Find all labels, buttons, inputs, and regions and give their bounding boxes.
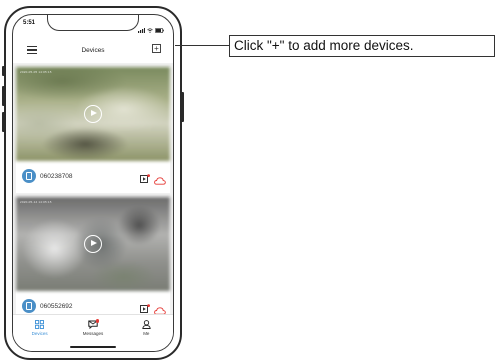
device-avatar[interactable] <box>22 299 36 313</box>
grid-icon <box>35 320 45 329</box>
device-id: 060238708 <box>40 173 73 180</box>
phone-frame: 5:51 Devices + 2020-05-05 14:05:15 06023… <box>2 6 184 360</box>
tab-label: Devices <box>31 331 48 336</box>
device-id: 060552692 <box>40 303 73 310</box>
play-button[interactable] <box>84 105 102 123</box>
device-info: 060238708 <box>16 161 170 193</box>
callout-label: Click "+" to add more devices. <box>229 35 495 57</box>
door-icon <box>26 172 32 180</box>
play-icon <box>91 240 97 246</box>
device-card: 2020-05-05 14:05:15 060238708 <box>16 67 170 193</box>
device-card: 2020-05-14 14:05:15 060552692 <box>16 197 170 323</box>
tab-label: Me <box>143 331 150 336</box>
play-button[interactable] <box>84 235 102 253</box>
device-avatar[interactable] <box>22 169 36 183</box>
status-time: 5:51 <box>23 20 36 26</box>
volume-up-button <box>2 86 5 106</box>
power-button <box>181 92 184 122</box>
playback-icon[interactable] <box>140 171 150 183</box>
wifi-icon <box>147 20 153 38</box>
play-icon <box>91 110 97 116</box>
tab-me[interactable]: Me <box>120 315 173 351</box>
playback-icon[interactable] <box>140 301 150 313</box>
person-icon <box>142 320 151 329</box>
cloud-icon[interactable] <box>154 302 166 315</box>
tab-bar: Devices Messages Me <box>13 314 173 351</box>
volume-down-button <box>2 112 5 132</box>
phone-screen: 5:51 Devices + 2020-05-05 14:05:15 06023… <box>12 14 174 352</box>
tab-label: Messages <box>82 331 104 336</box>
status-icons <box>138 20 164 38</box>
add-device-button[interactable]: + <box>152 44 161 53</box>
signal-icon <box>138 20 145 38</box>
cloud-icon[interactable] <box>154 172 166 185</box>
callout-connector <box>175 45 229 46</box>
notch <box>47 15 139 31</box>
menu-icon[interactable] <box>27 46 37 54</box>
video-timestamp: 2020-05-14 14:05:15 <box>20 200 52 204</box>
page-title: Devices <box>81 46 105 54</box>
door-icon <box>26 302 32 310</box>
battery-icon <box>155 20 164 38</box>
home-indicator <box>70 346 116 348</box>
device-list: 2020-05-05 14:05:15 060238708 2020-05-14 <box>13 63 173 323</box>
nav-bar: Devices + <box>13 39 173 61</box>
notification-badge <box>95 319 100 323</box>
tab-devices[interactable]: Devices <box>13 315 66 351</box>
video-timestamp: 2020-05-05 14:05:15 <box>20 70 52 74</box>
silent-switch <box>2 66 5 76</box>
